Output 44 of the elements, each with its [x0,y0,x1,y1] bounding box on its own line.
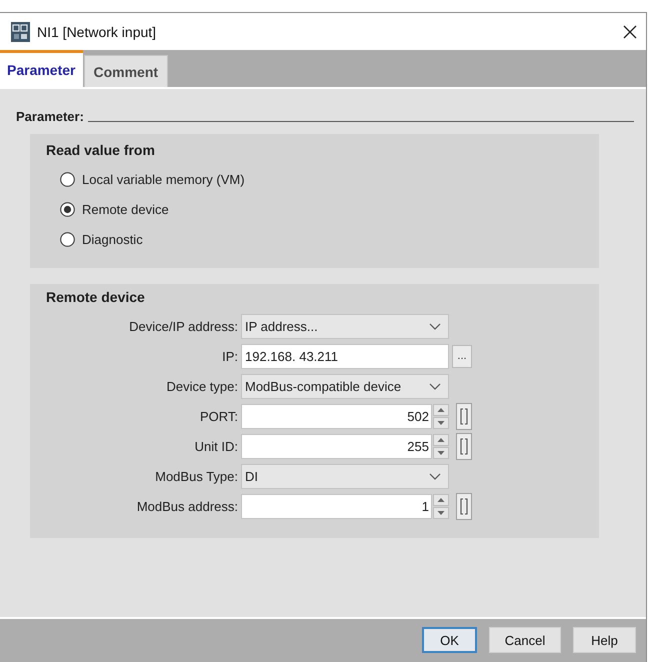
tab[interactable]: Parameter [0,50,82,87]
radio-button[interactable] [60,202,75,216]
input-field[interactable]: 1 [241,494,432,519]
radio-button[interactable] [60,172,75,186]
dialog-button[interactable]: Cancel [489,627,561,653]
browse-button[interactable]: ... [452,345,472,368]
input-field[interactable]: 255 [241,434,432,459]
field-label: IP: [221,349,238,364]
group-title: Remote device [45,288,146,307]
tab[interactable]: Comment [84,55,168,87]
radio-label[interactable]: Diagnostic [82,232,143,246]
chevron-down-icon [429,383,441,390]
dialog-button[interactable]: Help [573,627,636,653]
spin-up-icon[interactable] [433,494,449,506]
spin-up-icon[interactable] [433,404,449,416]
field-label: PORT: [198,409,238,424]
field-label: Unit ID: [194,439,238,454]
bracket-icon[interactable] [456,403,472,430]
input-field[interactable]: 502 [241,404,432,429]
bracket-icon[interactable] [456,493,472,520]
radio-label[interactable]: Local variable memory (VM) [82,172,245,186]
dropdown[interactable]: ModBus-compatible device [241,374,449,399]
spin-down-icon[interactable] [433,447,449,459]
radio-button[interactable] [60,232,75,246]
chevron-down-icon [429,323,441,330]
section-heading: Parameter: [16,108,84,126]
dialog-button[interactable]: OK [422,627,477,653]
chevron-down-icon [429,473,441,480]
field-label: Device type: [165,379,238,394]
spin-down-icon[interactable] [433,507,449,519]
group-title: Read value from [46,141,156,160]
field-label: ModBus address: [136,499,238,514]
close-icon[interactable] [623,24,637,38]
spin-down-icon[interactable] [433,417,449,429]
app-logo-icon [11,22,30,42]
dropdown[interactable]: DI [241,464,449,489]
field-label: Device/IP address: [128,319,238,334]
spin-up-icon[interactable] [433,434,449,446]
window-title: NI1 [Network input] [37,24,158,40]
input-field[interactable]: 192.168. 43.211 [241,344,449,369]
field-label: ModBus Type: [154,469,238,484]
dropdown[interactable]: IP address... [241,314,449,339]
bracket-icon[interactable] [456,433,472,460]
radio-label[interactable]: Remote device [82,202,169,216]
